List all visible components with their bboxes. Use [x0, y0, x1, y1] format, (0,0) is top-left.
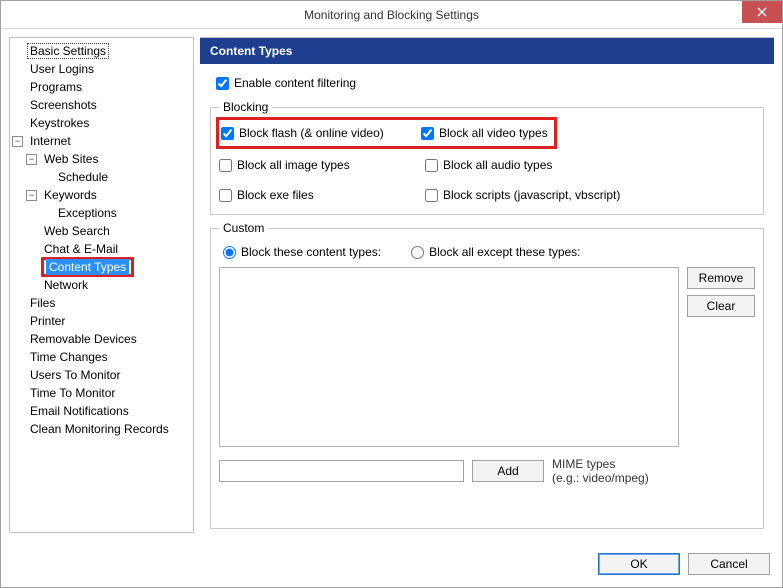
close-icon — [757, 7, 767, 17]
block-flash-checkbox[interactable]: Block flash (& online video) — [221, 126, 415, 140]
tree-item-web-search[interactable]: Web Search — [26, 222, 191, 240]
radio-block-except[interactable]: Block all except these types: — [411, 245, 580, 259]
tree-item-schedule[interactable]: Schedule — [40, 168, 191, 186]
tree-item-user-logins[interactable]: User Logins — [12, 60, 191, 78]
tree-item-time-changes[interactable]: Time Changes — [12, 348, 191, 366]
mime-input[interactable] — [219, 460, 464, 482]
block-exe-checkbox[interactable]: Block exe files — [219, 188, 419, 202]
custom-group: Custom Block these content types: Block … — [210, 221, 764, 529]
add-button[interactable]: Add — [472, 460, 544, 482]
block-all-audio-checkbox[interactable]: Block all audio types — [425, 158, 755, 172]
blocking-group: Blocking Block flash (& online video) — [210, 100, 764, 215]
tree-item-time-to-monitor[interactable]: Time To Monitor — [12, 384, 191, 402]
blocking-legend: Blocking — [219, 100, 272, 114]
tree-item-keywords[interactable]: −Keywords — [26, 186, 191, 204]
collapse-icon[interactable]: − — [26, 190, 37, 201]
tree-item-web-sites[interactable]: −Web Sites — [26, 150, 191, 168]
tree-item-chat-email[interactable]: Chat & E-Mail — [26, 240, 191, 258]
close-button[interactable] — [742, 1, 782, 23]
tree-item-programs[interactable]: Programs — [12, 78, 191, 96]
radio-block-these[interactable]: Block these content types: — [223, 245, 381, 259]
custom-legend: Custom — [219, 221, 268, 235]
tree-item-email-notifications[interactable]: Email Notifications — [12, 402, 191, 420]
enable-content-filtering-checkbox[interactable]: Enable content filtering — [216, 76, 764, 90]
nav-tree[interactable]: Basic Settings User Logins Programs Scre… — [9, 37, 194, 533]
remove-button[interactable]: Remove — [687, 267, 755, 289]
tree-item-basic-settings[interactable]: Basic Settings — [12, 42, 191, 60]
section-header: Content Types — [200, 38, 774, 64]
tree-item-screenshots[interactable]: Screenshots — [12, 96, 191, 114]
window-title: Monitoring and Blocking Settings — [1, 8, 782, 22]
tree-item-users-to-monitor[interactable]: Users To Monitor — [12, 366, 191, 384]
tree-item-internet[interactable]: −Internet — [12, 132, 191, 150]
content-types-listbox[interactable] — [219, 267, 679, 447]
dialog-footer: OK Cancel — [1, 541, 782, 587]
tree-item-exceptions[interactable]: Exceptions — [40, 204, 191, 222]
mime-hint: MIME types (e.g.: video/mpeg) — [552, 457, 649, 486]
block-scripts-checkbox[interactable]: Block scripts (javascript, vbscript) — [425, 188, 755, 202]
tree-item-clean-records[interactable]: Clean Monitoring Records — [12, 420, 191, 438]
content-panel: Content Types Enable content filtering B… — [200, 37, 774, 533]
settings-window: Monitoring and Blocking Settings Basic S… — [0, 0, 783, 588]
collapse-icon[interactable]: − — [12, 136, 23, 147]
tree-item-network[interactable]: Network — [26, 276, 191, 294]
block-all-image-checkbox[interactable]: Block all image types — [219, 158, 419, 172]
tree-item-keystrokes[interactable]: Keystrokes — [12, 114, 191, 132]
ok-button[interactable]: OK — [598, 553, 680, 575]
block-all-video-checkbox[interactable]: Block all video types — [421, 126, 548, 140]
titlebar: Monitoring and Blocking Settings — [1, 1, 782, 29]
collapse-icon[interactable]: − — [26, 154, 37, 165]
tree-item-removable-devices[interactable]: Removable Devices — [12, 330, 191, 348]
tree-item-files[interactable]: Files — [12, 294, 191, 312]
tree-item-printer[interactable]: Printer — [12, 312, 191, 330]
cancel-button[interactable]: Cancel — [688, 553, 770, 575]
clear-button[interactable]: Clear — [687, 295, 755, 317]
tree-item-content-types[interactable]: Content Types — [26, 258, 191, 276]
